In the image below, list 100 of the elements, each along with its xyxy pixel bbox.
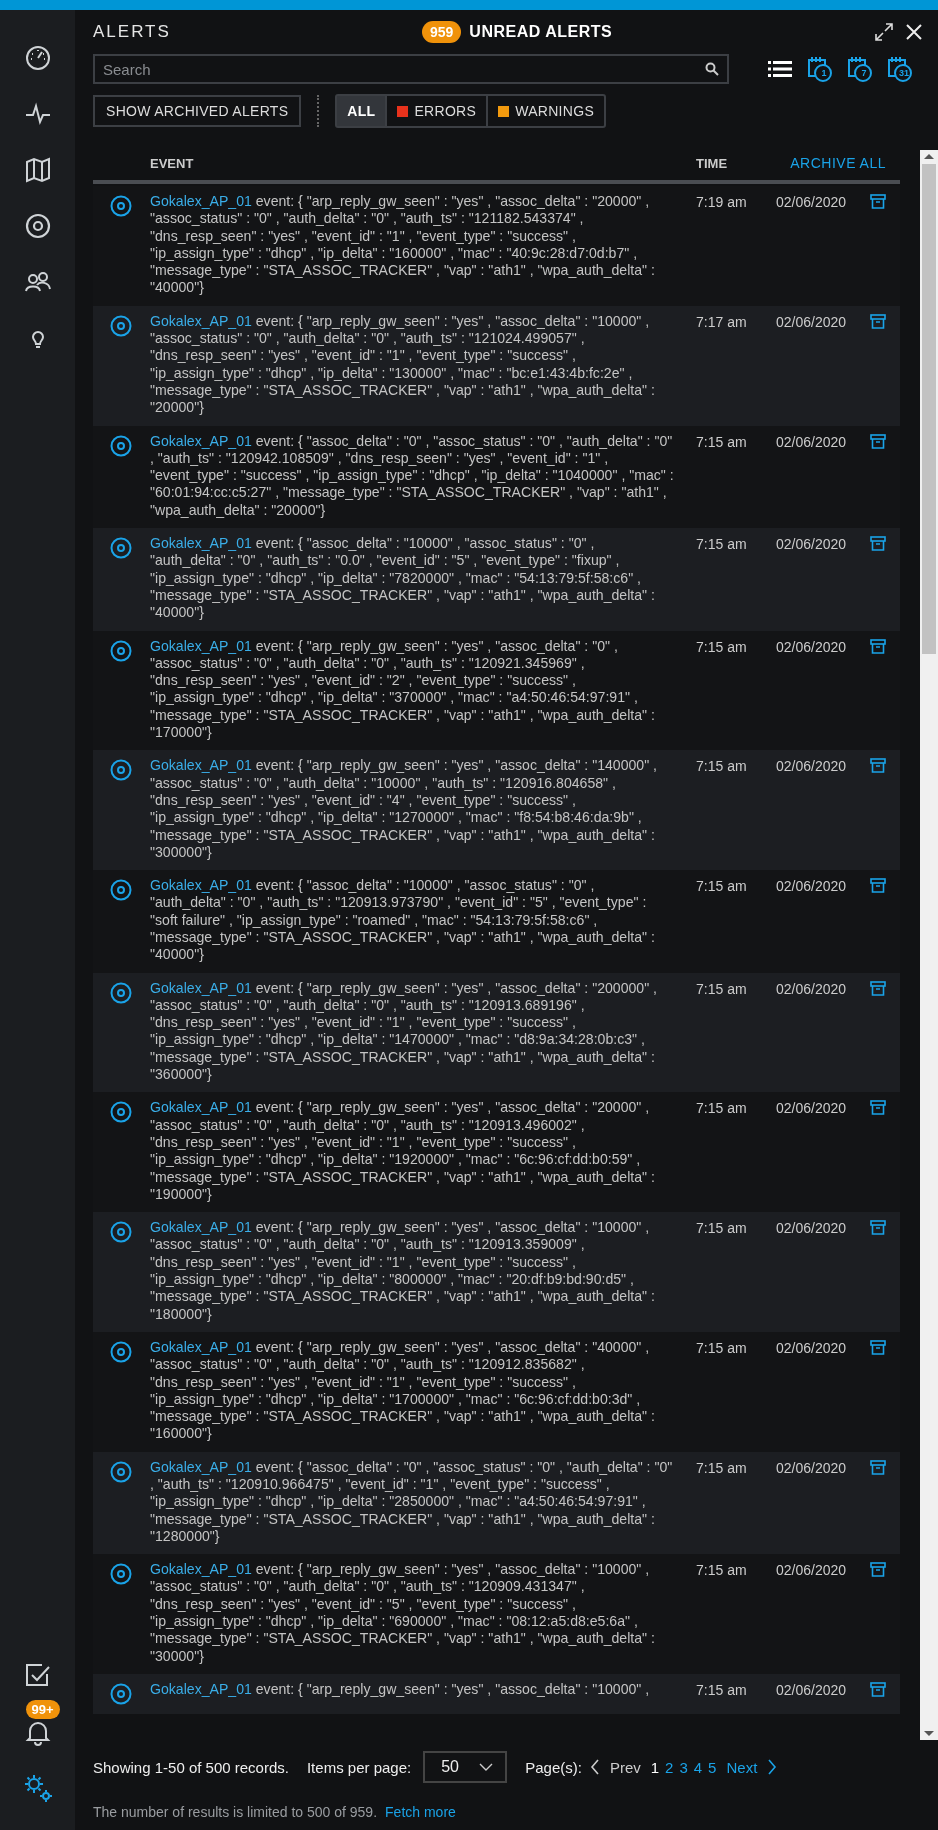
show-archived-button[interactable]: SHOW ARCHIVED ALERTS: [93, 95, 302, 127]
target-icon: [110, 1221, 132, 1244]
column-header: EVENT: [150, 155, 195, 171]
page-link[interactable]: 2: [665, 1758, 674, 1776]
archive-icon[interactable]: [870, 980, 886, 996]
expand-icon[interactable]: [874, 22, 894, 42]
filter-tab[interactable]: ERRORS: [387, 96, 489, 126]
source-link[interactable]: Gokalex_AP_01: [150, 1338, 252, 1355]
archive-icon[interactable]: [870, 1562, 886, 1578]
chevron-left-icon[interactable]: [589, 1759, 600, 1775]
target-icon: [110, 1340, 132, 1363]
archive-icon[interactable]: [870, 1459, 886, 1475]
alert-date: 02/06/2020: [775, 637, 848, 657]
alert-time: 7:15 am: [696, 1219, 748, 1239]
alert-message: Gokalex_AP_01 event: { "assoc_delta" : "0" , "assoc_status" : "0" , "auth_delta" : "0" , "auth_ts" : "120910.966475" , "event_id" : "1" , "event_type" : "success" , "ip_assign_type" : "dhcp" , "ip_delta" : "2850000" , "mac" : "a4:50:46:54:97:91" , "message_type" : "STA_ASSOC_TRACKER" , "vap" : "ath1" , "wpa_auth_delta" : "1280000"}: [150, 1458, 674, 1546]
alert-time: 7:15 am: [696, 979, 748, 999]
page-link[interactable]: 1: [650, 1758, 660, 1776]
close-icon[interactable]: [904, 22, 924, 42]
source-link[interactable]: Gokalex_AP_01: [150, 535, 252, 552]
target-icon: [110, 759, 132, 782]
fetch-more-link[interactable]: Fetch more: [385, 1804, 456, 1820]
archive-icon[interactable]: [870, 1100, 886, 1116]
panel-title: ALERTS: [93, 22, 171, 42]
chevron-down-icon: [479, 1763, 494, 1771]
calendar-range-button[interactable]: 31: [885, 54, 915, 84]
gauge-icon: [23, 44, 52, 72]
archive-icon[interactable]: [870, 1681, 886, 1697]
source-link[interactable]: Gokalex_AP_01: [150, 1680, 252, 1697]
target-icon: [110, 537, 132, 560]
alert-date: 02/06/2020: [775, 877, 848, 897]
alert-time: 7:15 am: [696, 877, 748, 897]
archive-icon[interactable]: [870, 194, 886, 209]
page-link[interactable]: 5: [708, 1758, 717, 1776]
archive-icon[interactable]: [870, 313, 886, 329]
archive-icon[interactable]: [870, 1339, 886, 1355]
alert-message: Gokalex_AP_01 event: { "assoc_delta" : "10000" , "assoc_status" : "0" , "auth_delta" : "0" , "auth_ts" : "0.0" , "event_id" : "5" , "event_type" : "fixup" , "ip_assign_type" : "dhcp" , "ip_delta" : "7820000" , "mac" : "54:13:79:5f:58:c6" , "message_type" : "STA_ASSOC_TRACKER" , "vap" : "ath1" , "wpa_auth_delta" : "40000"}: [150, 535, 656, 622]
alert-time: 7:15 am: [696, 432, 748, 452]
target-icon: [23, 212, 52, 240]
page-link[interactable]: 3: [679, 1758, 688, 1776]
target-icon: [110, 1460, 132, 1483]
alert-date: 02/06/2020: [775, 1219, 848, 1239]
items-per-page-label: Items per page:: [306, 1758, 412, 1776]
alert-message: Gokalex_AP_01 event: { "arp_reply_gw_seen" : "yes" , "assoc_delta" : "20000" , "assoc_status" : "0" , "auth_delta" : "0" , "auth_ts" : "121182.543374" , "dns_resp_seen" : "yes" , "event_id" : "1" , "event_type" : "success" , "ip_assign_type" : "dhcp" , "ip_delta" : "160000" , "mac" : "40:9c:28:d7:0d:b7" , "message_type" : "STA_ASSOC_TRACKER" , "vap" : "ath1" , "wpa_auth_delta" : "40000"}: [150, 193, 656, 297]
source-link[interactable]: Gokalex_AP_01: [150, 1099, 252, 1116]
archive-all-link[interactable]: ARCHIVE ALL: [772, 155, 886, 171]
alert-date: 02/06/2020: [775, 1458, 848, 1478]
alert-time: 7:15 am: [696, 1099, 748, 1119]
alert-date: 02/06/2020: [775, 1561, 848, 1581]
items-per-page-select[interactable]: 50: [423, 1751, 508, 1783]
alert-date: 02/06/2020: [775, 535, 848, 555]
filter-tab[interactable]: ALL: [337, 96, 388, 126]
records-summary: Showing 1-50 of 500 records.: [93, 1758, 289, 1776]
source-link[interactable]: Gokalex_AP_01: [150, 1458, 252, 1475]
calendar-range-button[interactable]: 1: [805, 54, 835, 84]
alert-date: 02/06/2020: [775, 1680, 848, 1700]
alert-time: 7:19 am: [696, 193, 748, 212]
search-icon: [705, 62, 719, 76]
alert-message: Gokalex_AP_01 event: { "arp_reply_gw_seen" : "yes" , "assoc_delta" : "200000" , "assoc_status" : "0" , "auth_delta" : "0" , "auth_ts" : "120913.689196" , "dns_resp_seen" : "yes" , "event_id" : "1" , "event_type" : "success" , "ip_assign_type" : "dhcp" , "ip_delta" : "1470000" , "mac" : "d8:9a:34:28:0b:c3" , "message_type" : "STA_ASSOC_TRACKER" , "vap" : "ath1" , "wpa_auth_delta" : "360000"}: [150, 979, 658, 1084]
source-link[interactable]: Gokalex_AP_01: [150, 432, 252, 449]
alert-time: 7:15 am: [696, 1680, 748, 1700]
source-link[interactable]: Gokalex_AP_01: [150, 979, 252, 996]
target-icon: [110, 195, 132, 217]
map-icon: [23, 156, 52, 184]
alert-time: 7:15 am: [696, 1561, 748, 1581]
archive-icon[interactable]: [870, 1220, 886, 1236]
archive-icon[interactable]: [870, 536, 886, 552]
calendar-range-button[interactable]: 7: [845, 54, 875, 84]
alert-date: 02/06/2020: [775, 757, 848, 777]
archive-icon[interactable]: [870, 878, 886, 894]
alert-time: 7:15 am: [696, 637, 748, 657]
page-link[interactable]: 4: [693, 1758, 703, 1776]
source-link[interactable]: Gokalex_AP_01: [150, 1561, 252, 1578]
alert-message: Gokalex_AP_01 event: { "arp_reply_gw_seen" : "yes" , "assoc_delta" : "140000" , "assoc_status" : "0" , "auth_delta" : "10000" , "auth_ts" : "120916.804658" , "dns_resp_seen" : "yes" , "event_id" : "4" , "event_type" : "success" , "ip_assign_type" : "dhcp" , "ip_delta" : "1270000" , "mac" : "f8:54:b8:46:da:9b" , "message_type" : "STA_ASSOC_TRACKER" , "vap" : "ath1" , "wpa_auth_delta" : "300000"}: [150, 757, 658, 862]
alert-message: Gokalex_AP_01 event: { "assoc_delta" : "0" , "assoc_status" : "0" , "auth_delta" : "0" , "auth_ts" : "120942.108509" , "dns_resp_seen" : "yes" , "event_id" : "1" , "event_type" : "success" , "ip_assign_type" : "dhcp" , "ip_delta" : "1040000" , "mac" : "60:01:94:cc:c5:27" , "message_type" : "STA_ASSOC_TRACKER" , "vap" : "ath1" , "wpa_auth_delta" : "20000"}: [150, 432, 675, 520]
alert-date: 02/06/2020: [775, 312, 848, 332]
source-link[interactable]: Gokalex_AP_01: [150, 637, 252, 654]
search-field[interactable]: Search: [93, 54, 729, 84]
archive-icon[interactable]: [870, 758, 886, 774]
alert-message: Gokalex_AP_01 event: { "arp_reply_gw_seen" : "yes" , "assoc_delta" : "10000" , "assoc_status" : "0" , "auth_delta" : "0" , "auth_ts" : "120913.359009" , "dns_resp_seen" : "yes" , "event_id" : "1" , "event_type" : "success" , "ip_assign_type" : "dhcp" , "ip_delta" : "800000" , "mac" : "20:df:b9:bd:90:d5" , "message_type" : "STA_ASSOC_TRACKER" , "vap" : "ath1" , "wpa_auth_delta" : "180000"}: [150, 1219, 656, 1323]
source-link[interactable]: Gokalex_AP_01: [150, 757, 252, 774]
filter-tab[interactable]: WARNINGS: [488, 96, 605, 126]
target-icon: [110, 1101, 132, 1124]
scrollbar-thumb[interactable]: [922, 164, 936, 654]
target-icon: [110, 314, 132, 337]
scrollbar[interactable]: [920, 150, 938, 1740]
alert-date: 02/06/2020: [775, 979, 848, 999]
alert-message: Gokalex_AP_01 event: { "arp_reply_gw_seen" : "yes" , "assoc_delta" : "10000" ,: [150, 1680, 651, 1699]
results-note: The number of results is limited to 500 of 959.: [93, 1804, 378, 1820]
archive-icon[interactable]: [870, 638, 886, 654]
alert-time: 7:15 am: [696, 535, 748, 555]
source-link[interactable]: Gokalex_AP_01: [150, 193, 252, 209]
source-link[interactable]: Gokalex_AP_01: [150, 1219, 252, 1236]
archive-icon[interactable]: [870, 433, 886, 449]
source-link[interactable]: Gokalex_AP_01: [150, 877, 252, 894]
alert-message: Gokalex_AP_01 event: { "assoc_delta" : "10000" , "assoc_status" : "0" , "auth_delta" : "0" , "auth_ts" : "120913.973790" , "event_id" : "5" , "event_type" : "soft failure" , "ip_assign_type" : "roamed" , "mac" : "54:13:79:5f:58:c6" , "message_type" : "STA_ASSOC_TRACKER" , "vap" : "ath1" , "wpa_auth_delta" : "40000"}: [150, 877, 656, 964]
target-icon: [110, 434, 132, 457]
chevron-right-icon[interactable]: [767, 1759, 778, 1775]
next-link[interactable]: Next: [726, 1758, 758, 1776]
source-link[interactable]: Gokalex_AP_01: [150, 312, 252, 329]
target-icon: [110, 981, 132, 1004]
